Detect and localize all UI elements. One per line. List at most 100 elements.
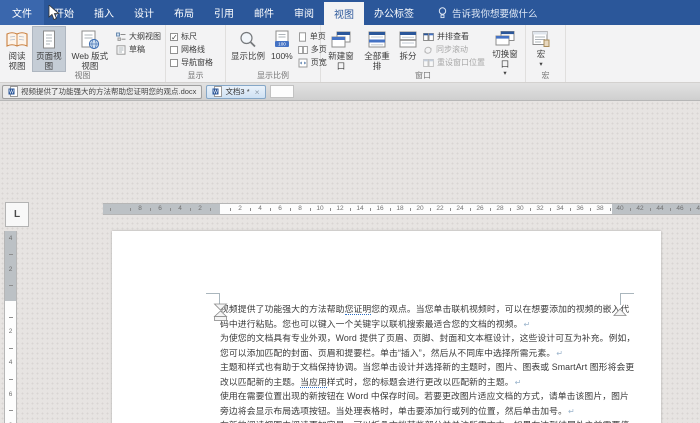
ribbon-tab[interactable]: 审阅 [284, 0, 324, 25]
word-file-icon: W [212, 86, 222, 97]
window-small-column: 并排查看 同步滚动 重设窗口位置 [421, 25, 487, 69]
print-layout-label: 页面视图 [35, 52, 63, 71]
ruler-tick [230, 208, 231, 211]
ruler-tick [630, 208, 631, 211]
zoom-button[interactable]: 显示比例 [228, 26, 268, 63]
text-line[interactable]: 为使您的文档具有专业外观，Word 提供了页眉、页脚、封面和文本框设计，这些设计… [220, 331, 624, 346]
ruler-number: 40 [616, 205, 623, 213]
document-text[interactable]: 视频提供了功能强大的方法帮助您证明您的观点。当您单击联机视频时，可以在想要添加的… [220, 302, 624, 423]
checked-checkbox-icon[interactable]: ✓ [170, 33, 178, 41]
split-button[interactable]: 拆分 [395, 26, 421, 63]
new-window-button[interactable]: 新建窗口 [323, 26, 359, 72]
checkbox-row[interactable]: ✓标尺 [168, 30, 215, 43]
ruler-number: 6 [158, 205, 162, 213]
macros-button[interactable]: 宏 ▾ [528, 26, 554, 68]
ruler-number: 42 [636, 205, 643, 213]
indent-markers[interactable] [212, 303, 229, 322]
svg-text:100: 100 [278, 42, 286, 47]
zoom-icon [238, 30, 258, 50]
text-line[interactable]: 在新的阅读视图中阅读更加容易。可以折叠文档某些部分并关注所需文本。如果在达到结尾… [220, 418, 624, 423]
checkbox-row[interactable]: 导航窗格 [168, 56, 215, 69]
zoom-100-button[interactable]: 100 100% [268, 26, 296, 63]
outline-view-button[interactable]: 大纲视图 [114, 30, 163, 43]
ruler-number: 38 [596, 205, 603, 213]
unchecked-checkbox-icon[interactable] [170, 46, 178, 54]
macros-label: 宏 [537, 50, 546, 60]
tab-stop-selector[interactable]: L [5, 202, 29, 227]
show-checkbox-list: ✓标尺网格线导航窗格 [168, 25, 215, 69]
text-line[interactable]: 您可以添加匹配的封面、页眉和提要栏。单击“插入”，然后从不同库中选择所需元素。↵ [220, 346, 624, 361]
views-group-label: 视图 [0, 70, 165, 81]
outline-view-icon [116, 32, 126, 42]
ruler-number: 46 [676, 205, 683, 213]
checkbox-label: 导航窗格 [181, 57, 213, 68]
zoom-group-label: 显示比例 [226, 70, 320, 81]
checkbox-label: 网格线 [181, 44, 205, 55]
text-line[interactable]: 使用在需要位置出现的新按钮在 Word 中保存时间。若要更改图片适应文档的方式，… [220, 389, 624, 404]
ruler-number: 32 [536, 205, 543, 213]
zoom-label: 显示比例 [231, 52, 265, 62]
document-tab-inactive[interactable]: W 视频提供了功能强大的方法帮助您证明您的观点.docx [2, 85, 202, 99]
view-side-by-side-button[interactable]: 并排查看 [421, 30, 487, 43]
read-mode-button[interactable]: 阅读视图 [2, 26, 32, 72]
text-line[interactable]: 主题和样式也有助于文档保持协调。当您单击设计并选择新的主题时，图片、图表或 Sm… [220, 360, 624, 375]
arrange-all-button[interactable]: 全部重排 [359, 26, 395, 72]
ruler-tick [570, 208, 571, 211]
ruler-tick [330, 208, 331, 211]
svg-text:W: W [9, 89, 14, 95]
ribbon-tab-bar: 文件 开始插入设计布局引用邮件审阅视图办公标签 告诉我你想要做什么 [0, 0, 700, 25]
unchecked-checkbox-icon[interactable] [170, 59, 178, 67]
right-indent-marker[interactable] [612, 308, 628, 317]
ruler-number: 4 [258, 205, 262, 213]
new-window-label: 新建窗口 [326, 52, 356, 71]
ruler-number: 44 [656, 205, 663, 213]
new-tab-area[interactable] [270, 85, 294, 98]
document-tab-active[interactable]: W 文档3 * × [206, 85, 265, 99]
new-window-icon [330, 30, 352, 50]
ruler-tick [470, 208, 471, 211]
ruler-tick [110, 208, 111, 211]
text-line[interactable]: 旁边将会显示布局选项按钮。当处理表格时，单击要添加行或列的位置，然后单击加号。↵ [220, 404, 624, 419]
macros-icon [531, 30, 551, 48]
ruler-number: 14 [356, 205, 363, 213]
print-layout-button[interactable]: 页面视图 [32, 26, 66, 72]
ruler-tick [430, 208, 431, 211]
text-line[interactable]: 视频提供了功能强大的方法帮助您证明您的观点。当您单击联机视频时，可以在想要添加的… [220, 302, 624, 317]
close-tab-icon[interactable]: × [255, 87, 260, 97]
web-layout-button[interactable]: Web 版式视图 [66, 26, 114, 72]
ruler-tick [510, 208, 511, 211]
ruler-tick [150, 208, 151, 211]
switch-windows-label: 切换窗口 [490, 50, 520, 69]
ribbon-tab[interactable]: 布局 [164, 0, 204, 25]
ribbon-tab[interactable]: 办公标签 [364, 0, 424, 25]
ruler-number: 20 [416, 205, 423, 213]
ruler-tick [650, 208, 651, 211]
ruler-tick [9, 285, 13, 286]
tab-file[interactable]: 文件 [0, 0, 44, 25]
ribbon-tab[interactable]: 视图 [324, 2, 364, 25]
ruler-number: 36 [576, 205, 583, 213]
horizontal-ruler[interactable]: 8642246810121416182022242628303234363840… [0, 203, 700, 215]
draft-view-icon [116, 45, 126, 55]
zoom-100-icon: 100 [273, 30, 291, 50]
text-line[interactable]: 改以匹配新的主题。当应用样式时，您的标题会进行更改以匹配新的主题。↵ [220, 375, 624, 390]
tell-me-box[interactable]: 告诉我你想要做什么 [424, 0, 538, 25]
ribbon-tab[interactable]: 设计 [124, 0, 164, 25]
ribbon-tab[interactable]: 引用 [204, 0, 244, 25]
text-line[interactable]: 码中进行粘贴。您也可以键入一个关键字以联机搜索最适合您的文档的视频。↵ [220, 317, 624, 332]
ruler-tick [9, 410, 13, 411]
reset-window-position-button: 重设窗口位置 [421, 56, 487, 69]
ruler-tick [350, 208, 351, 211]
ribbon-tab[interactable]: 插入 [84, 0, 124, 25]
reset-window-position-label: 重设窗口位置 [437, 57, 485, 68]
macros-group-label: 宏 [526, 70, 565, 81]
ruler-number: 16 [376, 205, 383, 213]
grammar-underline: 当应用 [300, 377, 327, 388]
checkbox-row[interactable]: 网格线 [168, 43, 215, 56]
ruler-tick [610, 208, 611, 211]
draft-view-button[interactable]: 草稿 [114, 43, 163, 56]
ruler-number: 34 [556, 205, 563, 213]
ribbon-tab[interactable]: 邮件 [244, 0, 284, 25]
ruler-tick [210, 208, 211, 211]
vertical-ruler[interactable]: 422468101214 [4, 231, 17, 423]
